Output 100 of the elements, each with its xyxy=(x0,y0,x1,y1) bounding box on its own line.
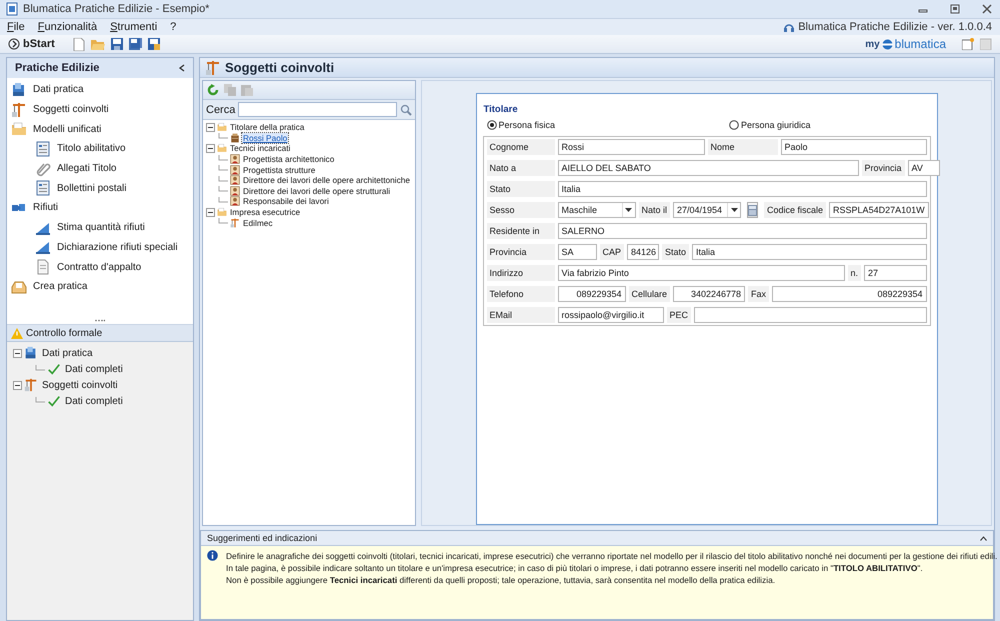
menu-item[interactable]: ? xyxy=(169,21,178,33)
field-label: Stato xyxy=(486,181,554,197)
crane-icon xyxy=(11,102,27,118)
field-label: CAP xyxy=(600,244,624,260)
folder-icon xyxy=(217,207,227,218)
refresh-icon[interactable] xyxy=(207,84,219,96)
tree-item[interactable]: Dati completi xyxy=(63,394,125,408)
menu-item[interactable]: File xyxy=(6,21,26,33)
collapse-caret-icon[interactable] xyxy=(980,536,987,540)
nav-item[interactable]: Allegati Titolo xyxy=(55,162,118,176)
nav-item[interactable]: Stima quantità rifiuti xyxy=(55,221,147,234)
field-label: Cognome xyxy=(486,139,554,155)
input-field[interactable]: AIELLO DEL SABATO xyxy=(558,160,858,176)
window-title: Blumatica Pratiche Edilizie - Esempio* xyxy=(23,3,210,15)
tree-item[interactable]: Tecnici incaricati xyxy=(229,143,292,154)
field-label: Stato xyxy=(662,244,690,260)
nav-item[interactable]: Crea pratica xyxy=(31,280,90,294)
tree-item[interactable]: Direttore dei lavori delle opere architettoniche xyxy=(242,175,411,186)
tree-item[interactable]: Titolare della pratica xyxy=(229,122,306,132)
form-icon xyxy=(35,180,51,196)
input-field[interactable]: 3402246778 xyxy=(673,286,746,302)
dropdown-field[interactable]: 27/04/1954 xyxy=(673,202,742,218)
input-field[interactable]: Via fabrizio Pinto xyxy=(558,265,844,281)
input-field[interactable]: Italia xyxy=(692,244,926,260)
nav-item[interactable]: Titolo abilitativo xyxy=(55,142,128,156)
tree-item[interactable]: Responsabile dei lavori xyxy=(242,196,330,206)
input-field[interactable]: Rossi xyxy=(558,139,704,155)
input-field[interactable] xyxy=(694,307,926,323)
dropdown-arrow-icon[interactable] xyxy=(625,208,632,212)
nav-item[interactable]: Rifiuti xyxy=(31,201,60,214)
tree-item[interactable]: Direttore dei lavori delle opere strutturali xyxy=(242,186,392,196)
tree-connector-icon xyxy=(35,364,45,374)
splitter-grip-icon[interactable] xyxy=(95,318,105,322)
field-label: Provincia xyxy=(486,244,554,260)
input-field[interactable]: AV xyxy=(908,160,940,176)
input-field[interactable]: 84126 xyxy=(627,244,660,260)
tree-item[interactable]: Progettista architettonico xyxy=(242,154,336,164)
cabinet-icon xyxy=(230,132,240,143)
notification-icon[interactable] xyxy=(962,38,974,50)
tree-item[interactable]: Edilmec xyxy=(242,218,274,228)
input-field[interactable]: Italia xyxy=(558,181,926,197)
nav-item[interactable]: Dichiarazione rifiuti speciali xyxy=(55,240,180,254)
chart-icon xyxy=(35,239,51,256)
field-label: Residente in xyxy=(486,223,554,239)
nav-item[interactable]: Modelli unificati xyxy=(31,122,104,136)
collapse-icon[interactable] xyxy=(206,208,215,217)
save-icon[interactable] xyxy=(110,38,123,50)
close-icon[interactable] xyxy=(982,4,992,14)
collapse-icon[interactable] xyxy=(206,144,215,153)
collapse-icon[interactable] xyxy=(13,380,22,390)
tree-item[interactable]: Impresa esecutrice xyxy=(229,207,302,218)
collapse-icon[interactable] xyxy=(206,122,215,132)
info-icon xyxy=(207,550,218,561)
tree-item[interactable]: Rossi Paolo xyxy=(242,132,288,143)
folder-icon xyxy=(217,122,227,132)
person-icon xyxy=(230,175,240,186)
menu-item[interactable]: Funzionalità xyxy=(36,21,98,33)
dropdown-field[interactable]: Maschile xyxy=(558,202,636,218)
tree-item[interactable]: Progettista strutture xyxy=(242,164,316,175)
person-icon xyxy=(230,154,240,164)
nav-item[interactable]: Contratto d'appalto xyxy=(55,260,144,274)
radio-button[interactable] xyxy=(728,120,739,130)
nav-item[interactable]: Dati pratica xyxy=(31,83,86,96)
panel-title: Pratiche Edilizie xyxy=(15,62,100,74)
input-field[interactable]: rossipaolo@virgilio.it xyxy=(558,307,664,323)
headset-icon xyxy=(784,22,794,32)
input-field[interactable]: 089229354 xyxy=(558,286,626,302)
input-field[interactable]: 27 xyxy=(864,265,926,281)
start-button[interactable]: bStart xyxy=(8,38,55,50)
collapse-chevron-icon[interactable] xyxy=(179,64,185,72)
nav-item[interactable]: Bollettini postali xyxy=(55,182,128,195)
collapse-icon[interactable] xyxy=(13,348,22,358)
tree-item[interactable]: Dati pratica xyxy=(40,346,95,360)
input-field[interactable]: RSSPLA54D27A101W xyxy=(829,202,929,218)
input-field[interactable]: 089229354 xyxy=(772,286,926,302)
crane-icon xyxy=(230,218,240,228)
tree-item[interactable]: Soggetti coinvolti xyxy=(40,378,120,392)
calendar-button[interactable] xyxy=(747,202,758,218)
globe-icon xyxy=(882,38,893,50)
radio-label[interactable]: Persona fisica xyxy=(498,120,556,130)
tree-item[interactable]: Dati completi xyxy=(63,362,125,376)
brand-logo[interactable]: my blumatica xyxy=(865,37,946,51)
save-as-icon[interactable] xyxy=(148,38,160,50)
nav-item[interactable]: Soggetti coinvolti xyxy=(31,103,111,116)
dropdown-arrow-icon[interactable] xyxy=(730,208,738,212)
input-field[interactable]: SALERNO xyxy=(558,223,926,239)
radio-button[interactable] xyxy=(486,120,496,130)
menu-item[interactable]: Strumenti xyxy=(109,21,158,33)
input-field[interactable]: Paolo xyxy=(780,139,926,155)
search-field[interactable] xyxy=(238,102,397,117)
new-file-icon[interactable] xyxy=(72,38,85,50)
radio-label[interactable]: Persona giuridica xyxy=(740,120,810,130)
person-icon xyxy=(230,186,240,196)
input-field[interactable]: SA xyxy=(558,244,596,260)
check-icon xyxy=(47,394,61,408)
search-icon[interactable] xyxy=(400,104,412,116)
field-label: EMail xyxy=(486,307,554,323)
field-label: Cellulare xyxy=(628,286,670,302)
save-all-icon[interactable] xyxy=(128,38,142,50)
maximize-icon[interactable] xyxy=(950,4,960,14)
